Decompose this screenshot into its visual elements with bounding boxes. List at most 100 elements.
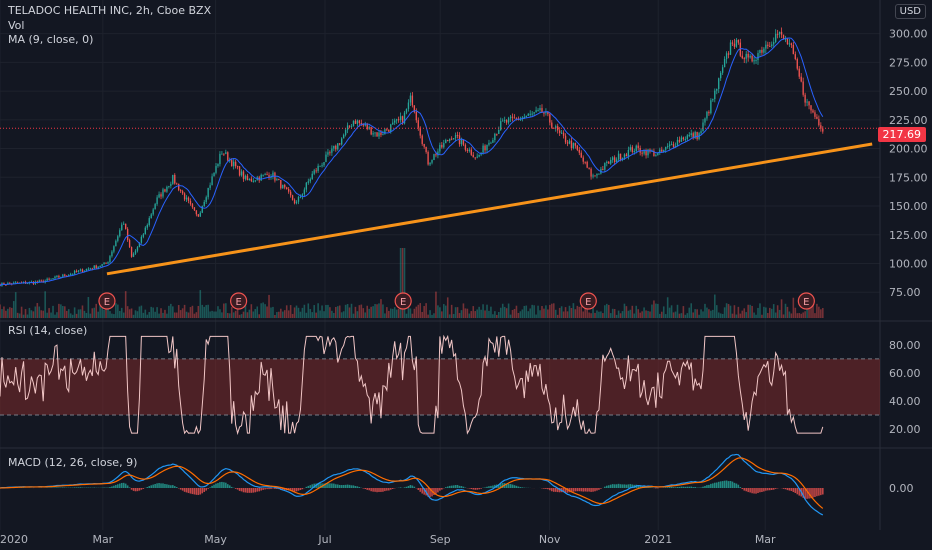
candle-body	[236, 166, 239, 168]
macd-histogram-bar	[331, 483, 333, 488]
volume-bar	[199, 290, 202, 318]
volume-bar	[9, 307, 11, 318]
candle-body	[291, 195, 294, 200]
volume-bar	[763, 306, 765, 318]
volume-bar	[784, 303, 787, 318]
volume-bar	[346, 304, 349, 318]
candle-body	[209, 185, 211, 188]
macd-histogram-bar	[712, 483, 714, 488]
macd-histogram-bar	[757, 488, 759, 494]
currency-button[interactable]: USD	[894, 4, 926, 19]
macd-histogram-bar	[164, 483, 166, 488]
volume-bar	[411, 313, 414, 318]
macd-histogram-bar	[684, 486, 687, 488]
volume-bar	[527, 311, 530, 318]
candle-body	[244, 175, 247, 179]
candle-body	[549, 114, 551, 123]
candle-body	[529, 113, 531, 115]
candle-body	[154, 204, 156, 210]
volume-bar	[759, 303, 761, 318]
volume-bar	[792, 297, 795, 318]
candle-body	[802, 81, 804, 95]
trendline[interactable]	[106, 142, 873, 276]
macd-histogram-bar	[574, 488, 577, 492]
volume-bar	[694, 309, 696, 318]
macd-histogram-bar	[450, 485, 453, 488]
volume-bar	[662, 306, 665, 318]
volume-bar	[562, 311, 565, 318]
volume-bar	[458, 313, 461, 318]
candle-body	[737, 39, 740, 43]
candle-body	[333, 145, 335, 149]
volume-bar	[179, 310, 182, 318]
candle-body	[305, 182, 308, 190]
macd-histogram-bar	[260, 488, 262, 491]
rsi-axis-tick: 40.00	[889, 395, 921, 408]
candle-body	[637, 145, 639, 149]
rsi-axis-tick: 80.00	[889, 339, 921, 352]
macd-histogram-bar	[509, 484, 512, 488]
volume-bar	[315, 312, 317, 318]
candle-body	[773, 42, 775, 45]
volume-bar	[549, 304, 551, 318]
macd-histogram-bar	[272, 488, 274, 489]
macd-histogram-bar	[378, 488, 380, 492]
volume-bar	[380, 299, 382, 318]
candle-body	[472, 154, 474, 158]
volume-bar	[678, 313, 681, 318]
candle-body	[700, 131, 702, 134]
volume-bar	[309, 309, 312, 318]
candle-body	[507, 118, 510, 123]
candle-body	[476, 156, 478, 158]
macd-histogram-bar	[244, 488, 247, 493]
volume-bar	[281, 311, 284, 318]
macd-histogram-bar	[753, 488, 755, 494]
volume-bar	[684, 314, 687, 318]
macd-histogram-bar	[670, 486, 673, 488]
macd-histogram-bar	[230, 486, 233, 488]
macd-histogram-bar	[759, 488, 761, 493]
candle-body	[759, 49, 761, 54]
macd-histogram-bar	[187, 488, 190, 494]
macd-histogram-bar	[413, 486, 416, 488]
volume-bar	[372, 306, 374, 318]
volume-bar	[647, 310, 649, 318]
macd-histogram-bar	[788, 488, 791, 491]
macd-histogram-bar	[417, 488, 420, 491]
macd-histogram-bar	[706, 485, 708, 488]
candle-body	[806, 101, 808, 103]
candle-body	[553, 127, 555, 129]
volume-bar	[291, 313, 294, 318]
volume-bar	[480, 309, 482, 318]
macd-histogram-bar	[195, 488, 198, 495]
candle-body	[631, 147, 634, 152]
candle-body	[382, 134, 384, 136]
earnings-marker-label: E	[235, 297, 241, 308]
macd-histogram-bar	[619, 484, 622, 488]
candle-body	[85, 268, 88, 271]
candle-body	[425, 146, 427, 152]
macd-histogram-bar	[814, 488, 816, 497]
price-axis-tick: 275.00	[889, 56, 928, 69]
macd-histogram-bar	[228, 485, 231, 488]
volume-bar	[175, 312, 178, 318]
candle-body	[564, 135, 567, 143]
volume-bar	[482, 304, 484, 318]
candle-body	[496, 133, 498, 135]
volume-bar	[560, 306, 563, 318]
candle-body	[743, 58, 745, 60]
chart[interactable]: E E E E E 300.00 275.00 250.00 225.00 200.00 175.…	[0, 0, 932, 550]
candle-body	[749, 55, 751, 58]
candle-body	[178, 183, 180, 191]
volume-bar	[802, 312, 804, 318]
macd-histogram-bar	[723, 480, 726, 488]
candle-body	[50, 278, 52, 280]
macd-histogram-bar	[264, 488, 266, 490]
volume-bar	[739, 313, 742, 318]
macd-histogram-bar	[747, 488, 749, 493]
candle-body	[109, 256, 111, 263]
candle-body	[75, 270, 78, 272]
candle-body	[40, 280, 42, 282]
volume-bar	[719, 313, 722, 318]
volume-bar	[405, 313, 408, 318]
